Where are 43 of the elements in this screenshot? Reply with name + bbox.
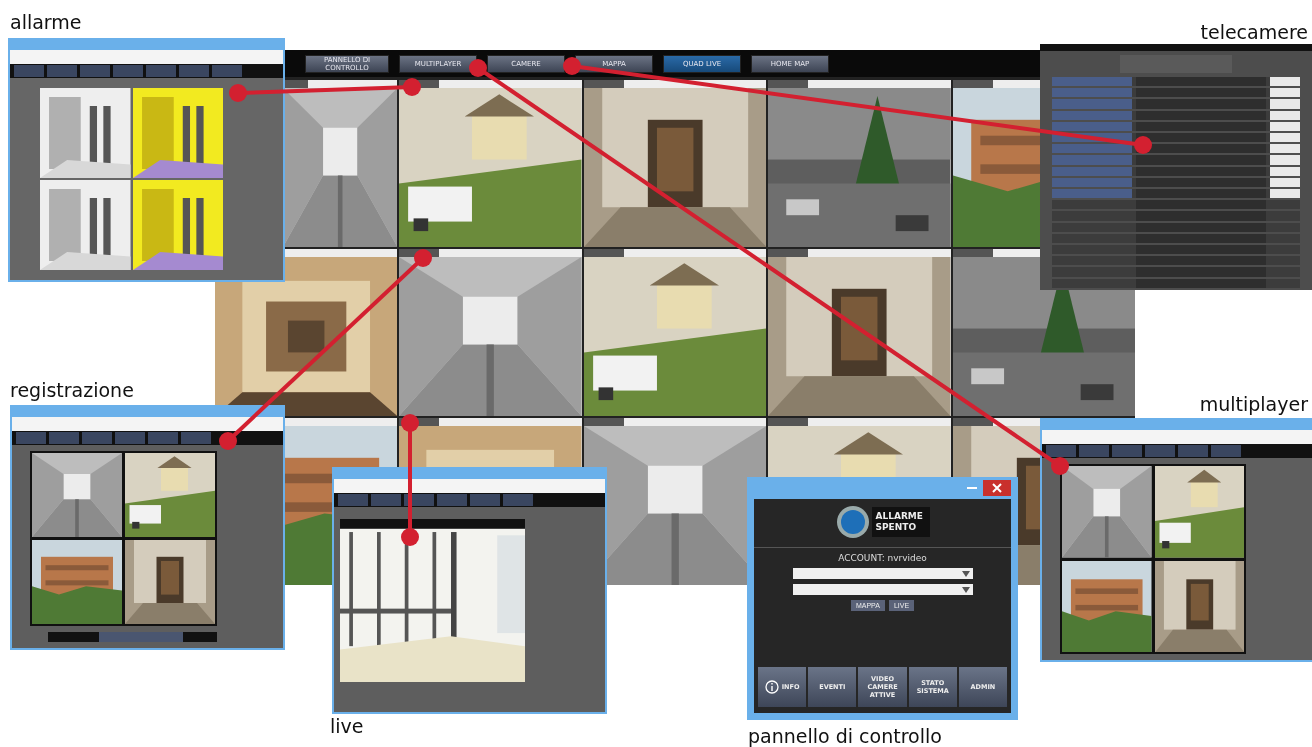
nav-tab[interactable] — [146, 65, 176, 77]
nav-tab[interactable] — [470, 494, 500, 506]
nav-tab[interactable] — [47, 65, 77, 77]
dropdown[interactable] — [792, 568, 973, 579]
callout-label: pannello di controllo — [748, 724, 942, 747]
camera-row[interactable] — [1052, 133, 1300, 143]
alarm-light-icon — [835, 505, 870, 539]
nav-tab[interactable] — [49, 432, 79, 444]
camera-row[interactable] — [1052, 155, 1300, 165]
camera-row[interactable] — [1052, 77, 1300, 87]
nav-tab[interactable] — [113, 65, 143, 77]
camera-row[interactable] — [1052, 166, 1300, 176]
dropdown[interactable] — [792, 584, 973, 595]
nav-tab[interactable] — [503, 494, 533, 506]
camera-row[interactable] — [1052, 177, 1300, 188]
timeline-bar[interactable] — [48, 632, 217, 642]
nav-tab[interactable] — [1211, 445, 1241, 457]
nav-tab[interactable] — [1178, 445, 1208, 457]
callout-label: live — [330, 714, 364, 738]
callout-label: registrazione — [10, 378, 134, 402]
camera-row[interactable] — [1052, 144, 1300, 154]
alarm-status: ALLARME SPENTO — [871, 507, 930, 537]
camera-row[interactable] — [1052, 121, 1300, 131]
nav-tab[interactable] — [437, 494, 467, 506]
nav-tab[interactable] — [1145, 445, 1175, 457]
nav-tab[interactable] — [82, 432, 112, 444]
nav-tab[interactable] — [179, 65, 209, 77]
camera-row[interactable] — [1052, 88, 1300, 98]
info-icon — [764, 680, 779, 694]
callout-label: multiplayer — [1199, 392, 1308, 416]
callout-label: telecamere — [1200, 20, 1308, 44]
nav-tab[interactable] — [115, 432, 145, 444]
nav-tab[interactable] — [14, 65, 44, 77]
nav-tab[interactable] — [181, 432, 211, 444]
callout-label: allarme — [10, 10, 82, 34]
camera-row[interactable] — [1052, 99, 1300, 109]
nav-tab[interactable] — [148, 432, 178, 444]
camera-row[interactable] — [1052, 189, 1300, 199]
nav-tab[interactable] — [212, 65, 242, 77]
nav-tab[interactable] — [80, 65, 110, 77]
account-label: ACCOUNT: nvrvideo — [838, 553, 927, 563]
camera-row[interactable] — [1052, 110, 1300, 120]
nav-tab[interactable] — [16, 432, 46, 444]
